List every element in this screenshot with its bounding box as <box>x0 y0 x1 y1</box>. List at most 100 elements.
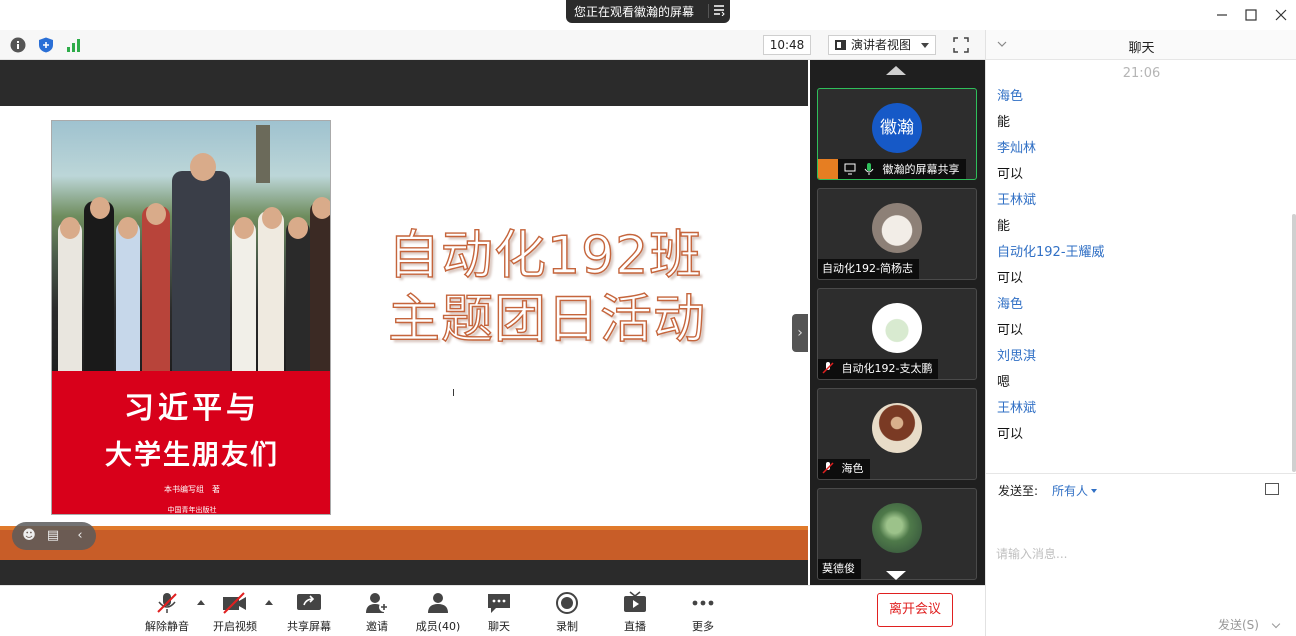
live-stream-icon <box>624 591 646 612</box>
unmute-button[interactable]: 解除静音 <box>137 591 197 634</box>
chat-label: 聊天 <box>488 620 510 633</box>
expand-panel-handle[interactable]: › <box>792 314 808 352</box>
participant-name-text: 海色 <box>841 462 864 475</box>
slide-title-line2: 主题团日活动 <box>387 289 707 350</box>
chevron-down-icon[interactable] <box>1271 619 1281 629</box>
book-publisher: 中国青年出版社 <box>167 506 217 514</box>
participant-tile[interactable]: 自动化192-简杨志 <box>817 188 977 280</box>
record-button[interactable]: 录制 <box>537 591 597 634</box>
message-text: 可以 <box>997 323 1024 338</box>
figure <box>84 201 114 371</box>
figure <box>58 221 82 371</box>
book-title-line1: 习近平与 <box>124 391 260 426</box>
collapse-left-icon[interactable]: ‹ <box>72 528 88 544</box>
info-icon[interactable] <box>10 37 26 53</box>
book-author: 本书编写组 著 <box>164 485 220 494</box>
screen-share-banner[interactable]: 您正在观看徽瀚的屏幕 <box>566 0 730 23</box>
slide-footer-bar <box>0 526 808 560</box>
emoji-icon[interactable]: ☻ <box>21 528 37 544</box>
minimize-icon[interactable] <box>1213 6 1231 24</box>
figure-head <box>288 217 308 239</box>
screen-share-banner-text: 您正在观看徽瀚的屏幕 <box>574 5 695 19</box>
unmute-label: 解除静音 <box>145 620 189 633</box>
message-sender[interactable]: 刘思淇 <box>997 346 1287 372</box>
video-off-icon <box>223 592 246 614</box>
text-cursor-icon: I <box>452 388 455 399</box>
message-text: 可以 <box>997 271 1024 286</box>
message-sender[interactable]: 王林斌 <box>997 190 1287 216</box>
leave-meeting-button[interactable]: 离开会议 <box>877 593 953 627</box>
members-button[interactable]: 成员(40) <box>408 591 468 634</box>
share-screen-label: 共享屏幕 <box>287 620 331 633</box>
record-label: 录制 <box>556 620 578 633</box>
chevron-down-icon <box>1091 489 1098 493</box>
caption-icon[interactable]: ▤ <box>45 528 61 544</box>
message-sender[interactable]: 王林斌 <box>997 398 1287 424</box>
chat-timestamp: 21:06 <box>1122 66 1161 81</box>
share-screen-button[interactable]: 共享屏幕 <box>279 591 339 634</box>
security-shield-icon[interactable] <box>38 37 54 53</box>
chat-message-input[interactable] <box>996 504 1286 604</box>
start-video-button[interactable]: 开启视频 <box>205 591 265 634</box>
avatar <box>872 503 922 553</box>
live-button[interactable]: 直播 <box>605 591 665 634</box>
maximize-icon[interactable] <box>1242 6 1260 24</box>
close-icon[interactable] <box>1272 6 1290 24</box>
meeting-toolbar: 10:48 演讲者视图 <box>0 30 985 60</box>
participant-tile[interactable]: 海色 <box>817 388 977 480</box>
scroll-down-icon[interactable] <box>886 571 906 580</box>
slide-title: 自动化192班 主题团日活动 <box>387 224 707 352</box>
chat-panel: 聊天 21:06 海色 能 李灿林 可以 王林斌 能 自动化192-王耀威 可以… <box>985 30 1296 636</box>
chat-icon <box>488 594 510 613</box>
chat-scrollbar[interactable] <box>1292 214 1296 472</box>
invite-button[interactable]: 邀请 <box>347 591 407 634</box>
members-label: 成员(40) <box>415 620 461 633</box>
view-mode-label: 演讲者视图 <box>851 38 912 52</box>
figure <box>232 221 256 371</box>
shared-screen-area[interactable]: 习近平与 大学生朋友们 本书编写组 著 中国青年出版社 自动化192班 主题团日… <box>0 60 808 585</box>
menu-icon[interactable] <box>708 4 725 18</box>
book-cover-image: 习近平与 大学生朋友们 本书编写组 著 中国青年出版社 <box>51 120 331 515</box>
figure-head <box>312 197 330 219</box>
participant-tile[interactable]: 徽瀚 徽瀚的屏幕共享 <box>817 88 977 180</box>
participant-name: 自动化192-支太鹏 <box>818 359 939 379</box>
signal-strength-icon[interactable] <box>66 37 82 53</box>
image-icon[interactable] <box>1265 483 1279 495</box>
send-to-dropdown[interactable]: 所有人 <box>1052 482 1098 499</box>
more-button[interactable]: 更多 <box>673 591 733 634</box>
figure-head <box>234 217 254 239</box>
message-sender[interactable]: 自动化192-王耀威 <box>997 242 1287 268</box>
meeting-window: 您正在观看徽瀚的屏幕 10:48 演讲者视图 习近平与 大学生朋友们 本书编写组… <box>0 0 1296 636</box>
chat-title: 聊天 <box>1128 41 1155 56</box>
scroll-up-icon[interactable] <box>886 66 906 75</box>
chat-button[interactable]: 聊天 <box>469 591 529 634</box>
figure <box>286 221 310 371</box>
participant-gallery: 徽瀚 徽瀚的屏幕共享 自动化192-简杨志 自动化192-支太鹏 海色 莫德俊 <box>810 60 985 585</box>
chevron-up-icon[interactable] <box>197 600 205 605</box>
microphone-muted-icon <box>157 593 177 613</box>
message-sender[interactable]: 李灿林 <box>997 138 1287 164</box>
fullscreen-icon[interactable] <box>953 37 969 53</box>
speaker-view-icon <box>835 40 846 50</box>
microphone-icon <box>863 162 875 175</box>
send-to-label: 发送至: <box>998 484 1039 498</box>
floating-mini-toolbar: ☻ ▤ ‹ <box>12 522 96 550</box>
send-button[interactable]: 发送(S) <box>1218 616 1259 633</box>
message-sender[interactable]: 海色 <box>997 294 1287 320</box>
figure-head <box>90 197 110 219</box>
message-text: 可以 <box>997 167 1024 182</box>
message-sender[interactable]: 海色 <box>997 86 1287 112</box>
screen-share-icon <box>844 162 856 175</box>
chat-header: 聊天 <box>986 30 1296 60</box>
avatar: 徽瀚 <box>872 103 922 153</box>
add-user-icon <box>366 593 389 613</box>
chevron-up-icon[interactable] <box>265 600 273 605</box>
participant-name: 自动化192-简杨志 <box>818 259 919 279</box>
view-mode-dropdown[interactable]: 演讲者视图 <box>828 35 936 55</box>
figure <box>310 201 330 371</box>
participant-tile[interactable]: 自动化192-支太鹏 <box>817 288 977 380</box>
avatar <box>872 403 922 453</box>
send-to-value: 所有人 <box>1052 484 1089 498</box>
participant-tile[interactable]: 莫德俊 <box>817 488 977 580</box>
more-icon <box>692 600 714 606</box>
